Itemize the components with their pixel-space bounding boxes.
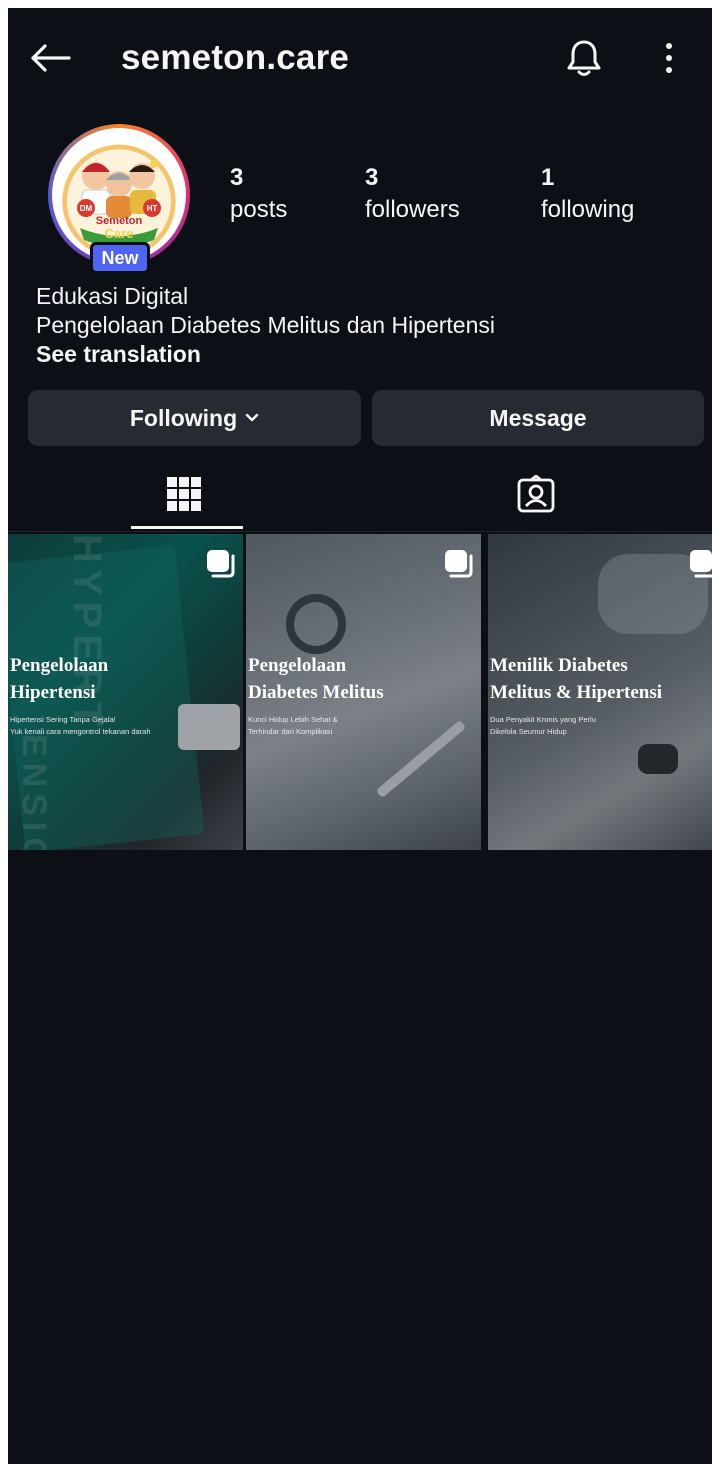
avatar-illustration: DM HT Semeton Care xyxy=(77,160,161,247)
avatar-ht-text: HT xyxy=(147,204,158,213)
post-tile-3[interactable]: Menilik Diabetes Melitus & Hipertensi Du… xyxy=(488,534,712,850)
tab-posts-grid[interactable] xyxy=(8,456,360,532)
followers-count: 3 xyxy=(365,164,379,191)
post-3-subtitle: Dua Penyakit Kronis yang Perlu Dikelola … xyxy=(490,715,596,736)
carousel-icon xyxy=(445,550,473,578)
following-button-label: Following xyxy=(129,404,238,431)
top-bar: semeton.care xyxy=(8,8,712,112)
post-3-title: Menilik Diabetes Melitus & Hipertensi xyxy=(490,655,663,703)
profile-screen: semeton.care DM HT Semeton Care New 3 po… xyxy=(8,8,712,1464)
profile-username: semeton.care xyxy=(121,38,350,77)
followers-label: followers xyxy=(365,196,460,223)
more-vertical-icon xyxy=(666,43,672,73)
avatar-dm-text: DM xyxy=(80,204,93,213)
stat-following[interactable]: 1 following xyxy=(541,164,634,224)
bell-icon xyxy=(567,40,601,76)
back-button[interactable] xyxy=(28,40,72,76)
more-options-button[interactable] xyxy=(651,36,687,80)
carousel-icon xyxy=(207,550,235,578)
post-tile-2[interactable]: Pengelolaan Diabetes Melitus Kunci Hidup… xyxy=(246,534,481,850)
chevron-down-icon xyxy=(245,413,259,423)
new-badge: New xyxy=(90,242,150,274)
active-tab-indicator xyxy=(131,526,243,529)
grid-icon xyxy=(167,477,201,511)
message-button[interactable]: Message xyxy=(372,390,704,446)
post-tile-1[interactable]: HYPERT ENSIO Pengelolaan Hipertensi Hipe… xyxy=(8,534,243,850)
see-translation-link[interactable]: See translation xyxy=(36,341,201,368)
tagged-person-icon xyxy=(517,475,555,513)
bio-line: Edukasi Digital xyxy=(36,283,189,309)
carousel-icon xyxy=(690,550,712,578)
arrow-left-icon xyxy=(31,44,71,72)
tab-tagged[interactable] xyxy=(360,456,712,532)
post-2-subtitle: Kunci Hidup Lebih Sehat & Terhindar dari… xyxy=(248,715,338,736)
stat-posts[interactable]: 3 posts xyxy=(230,164,287,224)
post-2-title: Pengelolaan Diabetes Melitus xyxy=(248,655,384,703)
following-count: 1 xyxy=(541,164,555,191)
stat-followers[interactable]: 3 followers xyxy=(365,164,460,224)
posts-count: 3 xyxy=(230,164,244,191)
posts-grid: HYPERT ENSIO Pengelolaan Hipertensi Hipe… xyxy=(8,534,712,850)
post-1-title: Pengelolaan Hipertensi xyxy=(10,655,109,703)
posts-label: posts xyxy=(230,196,288,223)
profile-tabs xyxy=(8,456,712,532)
following-button[interactable]: Following xyxy=(28,390,361,446)
following-label: following xyxy=(541,196,635,223)
profile-bio: Edukasi Digital Pengelolaan Diabetes Mel… xyxy=(36,282,696,340)
post-1-subtitle: Hipertensi Sering Tanpa Gejala! Yuk kena… xyxy=(10,715,151,736)
notifications-button[interactable] xyxy=(562,36,606,80)
avatar-logo-image: DM HT Semeton Care xyxy=(56,132,182,258)
avatar-brand-care: Care xyxy=(105,226,134,241)
message-button-label: Message xyxy=(489,404,587,431)
bio-line: Pengelolaan Diabetes Melitus dan Hiperte… xyxy=(36,312,496,338)
